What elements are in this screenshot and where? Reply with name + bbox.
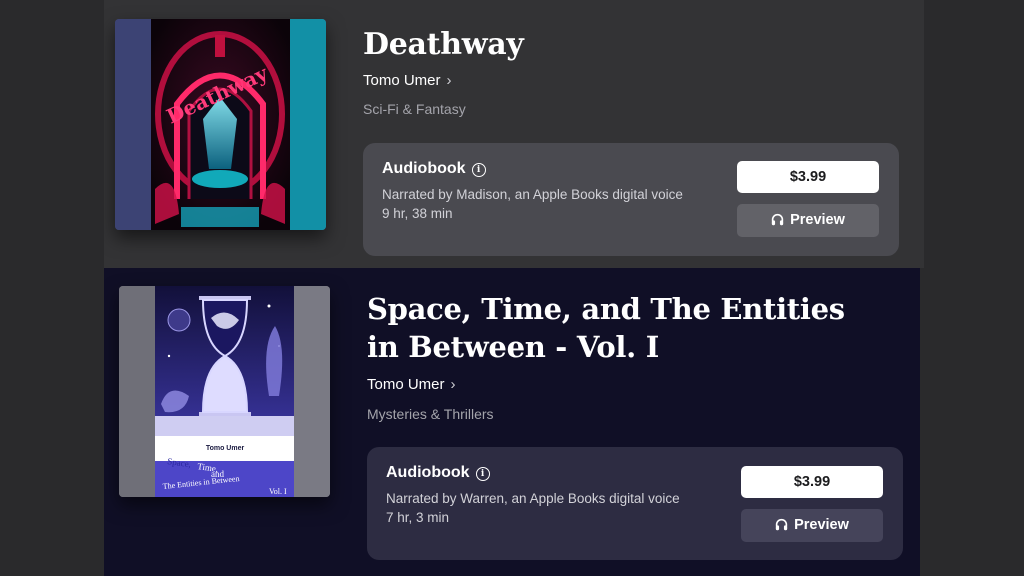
preview-button[interactable]: Preview bbox=[737, 204, 879, 237]
book-cover-space-time[interactable]: Tomo Umer Space, Time, and The Entities … bbox=[119, 286, 330, 497]
cover-art: Deathway bbox=[115, 19, 326, 230]
cover-author: Tomo Umer bbox=[206, 445, 245, 452]
price-button[interactable]: $3.99 bbox=[737, 161, 879, 193]
format-label: Audiobook bbox=[386, 464, 470, 481]
author-name: Tomo Umer bbox=[367, 376, 445, 393]
author-name: Tomo Umer bbox=[363, 72, 441, 89]
book-cover-deathway[interactable]: Deathway bbox=[115, 19, 326, 230]
info-icon[interactable]: i bbox=[475, 467, 490, 481]
format-label: Audiobook bbox=[382, 160, 466, 177]
audiobook-card: Audiobook i Narrated by Warren, an Apple … bbox=[367, 447, 903, 560]
preview-button[interactable]: Preview bbox=[741, 509, 883, 542]
duration-text: 7 hr, 3 min bbox=[386, 510, 450, 525]
format-heading: Audiobook i bbox=[386, 464, 490, 482]
format-heading: Audiobook i bbox=[382, 160, 486, 178]
book-title: Deathway bbox=[363, 27, 524, 62]
narration-text: Narrated by Madison, an Apple Books digi… bbox=[382, 187, 683, 202]
narration-details: Narrated by Warren, an Apple Books digit… bbox=[386, 489, 726, 527]
cover-art: Tomo Umer Space, Time, and The Entities … bbox=[119, 286, 330, 497]
headphones-icon bbox=[775, 518, 788, 531]
book-title: Space, Time, and The Entities in Between… bbox=[367, 292, 845, 364]
narration-details: Narrated by Madison, an Apple Books digi… bbox=[382, 185, 702, 223]
author-link[interactable]: Tomo Umer › bbox=[367, 376, 456, 393]
chevron-right-icon: › bbox=[450, 376, 456, 393]
price-button[interactable]: $3.99 bbox=[741, 466, 883, 498]
chevron-right-icon: › bbox=[446, 72, 452, 89]
narration-text: Narrated by Warren, an Apple Books digit… bbox=[386, 491, 680, 506]
book-panel-space-time: Tomo Umer Space, Time, and The Entities … bbox=[104, 268, 920, 576]
cover-title-line: Vol. I bbox=[269, 487, 287, 496]
duration-text: 9 hr, 38 min bbox=[382, 206, 453, 221]
genre-label: Sci-Fi & Fantasy bbox=[363, 101, 466, 117]
author-link[interactable]: Tomo Umer › bbox=[363, 72, 452, 89]
book-panel-deathway: Deathway Deathway Tomo Umer › Sci-Fi & Fa… bbox=[104, 0, 924, 268]
audiobook-card: Audiobook i Narrated by Madison, an Apple… bbox=[363, 143, 899, 256]
preview-label: Preview bbox=[794, 517, 849, 533]
headphones-icon bbox=[771, 213, 784, 226]
info-icon[interactable]: i bbox=[471, 163, 486, 177]
preview-label: Preview bbox=[790, 212, 845, 228]
genre-label: Mysteries & Thrillers bbox=[367, 406, 494, 422]
